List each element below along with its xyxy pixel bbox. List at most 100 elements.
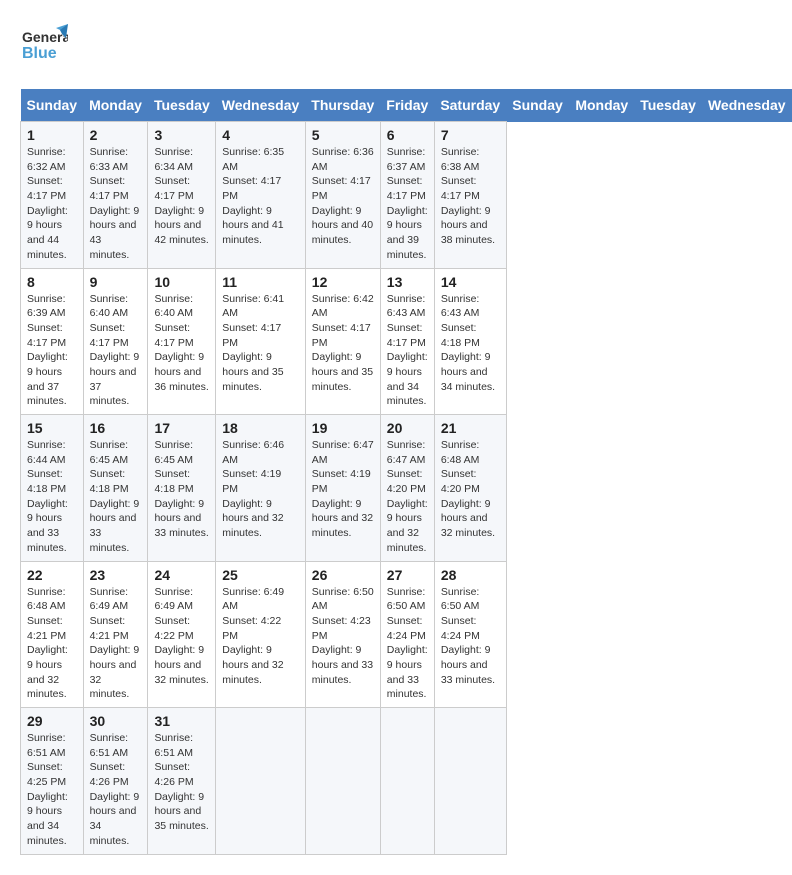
calendar-day-cell <box>434 708 506 855</box>
day-number: 30 <box>90 713 142 729</box>
calendar-day-cell: 12 Sunrise: 6:42 AMSunset: 4:17 PMDaylig… <box>305 268 380 415</box>
day-of-week-header: Wednesday <box>702 89 792 122</box>
calendar-day-cell: 29 Sunrise: 6:51 AMSunset: 4:25 PMDaylig… <box>21 708 84 855</box>
day-info: Sunrise: 6:47 AMSunset: 4:19 PMDaylight:… <box>312 439 374 539</box>
day-number: 12 <box>312 274 374 290</box>
logo: General Blue <box>20 20 68 73</box>
day-number: 19 <box>312 420 374 436</box>
day-info: Sunrise: 6:37 AMSunset: 4:17 PMDaylight:… <box>387 146 428 261</box>
calendar-day-cell <box>380 708 434 855</box>
day-info: Sunrise: 6:42 AMSunset: 4:17 PMDaylight:… <box>312 293 374 393</box>
calendar-week-row: 15 Sunrise: 6:44 AMSunset: 4:18 PMDaylig… <box>21 415 792 562</box>
day-number: 20 <box>387 420 428 436</box>
day-info: Sunrise: 6:40 AMSunset: 4:17 PMDaylight:… <box>154 293 208 393</box>
day-info: Sunrise: 6:49 AMSunset: 4:22 PMDaylight:… <box>222 586 284 686</box>
day-info: Sunrise: 6:47 AMSunset: 4:20 PMDaylight:… <box>387 439 428 554</box>
day-info: Sunrise: 6:46 AMSunset: 4:19 PMDaylight:… <box>222 439 284 539</box>
day-number: 3 <box>154 127 209 143</box>
calendar-day-cell: 6 Sunrise: 6:37 AMSunset: 4:17 PMDayligh… <box>380 122 434 269</box>
calendar-day-cell: 18 Sunrise: 6:46 AMSunset: 4:19 PMDaylig… <box>216 415 306 562</box>
day-number: 10 <box>154 274 209 290</box>
day-info: Sunrise: 6:48 AMSunset: 4:21 PMDaylight:… <box>27 586 68 701</box>
day-info: Sunrise: 6:43 AMSunset: 4:17 PMDaylight:… <box>387 293 428 408</box>
calendar-day-cell: 4 Sunrise: 6:35 AMSunset: 4:17 PMDayligh… <box>216 122 306 269</box>
day-info: Sunrise: 6:49 AMSunset: 4:22 PMDaylight:… <box>154 586 208 686</box>
day-number: 22 <box>27 567 77 583</box>
calendar-table: SundayMondayTuesdayWednesdayThursdayFrid… <box>20 89 792 855</box>
calendar-day-cell: 2 Sunrise: 6:33 AMSunset: 4:17 PMDayligh… <box>83 122 148 269</box>
day-number: 15 <box>27 420 77 436</box>
calendar-day-cell: 26 Sunrise: 6:50 AMSunset: 4:23 PMDaylig… <box>305 561 380 708</box>
day-of-week-header: Thursday <box>305 89 380 122</box>
calendar-day-cell: 28 Sunrise: 6:50 AMSunset: 4:24 PMDaylig… <box>434 561 506 708</box>
day-info: Sunrise: 6:45 AMSunset: 4:18 PMDaylight:… <box>90 439 140 554</box>
day-number: 25 <box>222 567 299 583</box>
calendar-day-cell: 15 Sunrise: 6:44 AMSunset: 4:18 PMDaylig… <box>21 415 84 562</box>
day-info: Sunrise: 6:32 AMSunset: 4:17 PMDaylight:… <box>27 146 68 261</box>
calendar-day-cell: 3 Sunrise: 6:34 AMSunset: 4:17 PMDayligh… <box>148 122 216 269</box>
day-number: 5 <box>312 127 374 143</box>
day-number: 14 <box>441 274 500 290</box>
day-number: 21 <box>441 420 500 436</box>
day-of-week-header: Saturday <box>434 89 506 122</box>
day-info: Sunrise: 6:51 AMSunset: 4:26 PMDaylight:… <box>154 732 208 832</box>
day-info: Sunrise: 6:33 AMSunset: 4:17 PMDaylight:… <box>90 146 140 261</box>
calendar-day-cell: 31 Sunrise: 6:51 AMSunset: 4:26 PMDaylig… <box>148 708 216 855</box>
calendar-week-row: 1 Sunrise: 6:32 AMSunset: 4:17 PMDayligh… <box>21 122 792 269</box>
day-number: 24 <box>154 567 209 583</box>
logo-icon: General Blue <box>20 20 68 73</box>
day-info: Sunrise: 6:51 AMSunset: 4:25 PMDaylight:… <box>27 732 68 847</box>
calendar-day-cell: 30 Sunrise: 6:51 AMSunset: 4:26 PMDaylig… <box>83 708 148 855</box>
calendar-week-row: 29 Sunrise: 6:51 AMSunset: 4:25 PMDaylig… <box>21 708 792 855</box>
calendar-day-cell: 16 Sunrise: 6:45 AMSunset: 4:18 PMDaylig… <box>83 415 148 562</box>
calendar-day-cell: 19 Sunrise: 6:47 AMSunset: 4:19 PMDaylig… <box>305 415 380 562</box>
day-number: 2 <box>90 127 142 143</box>
calendar-header-row: SundayMondayTuesdayWednesdayThursdayFrid… <box>21 89 792 122</box>
day-of-week-header: Sunday <box>506 89 569 122</box>
day-number: 27 <box>387 567 428 583</box>
calendar-day-cell <box>216 708 306 855</box>
day-info: Sunrise: 6:36 AMSunset: 4:17 PMDaylight:… <box>312 146 374 246</box>
calendar-day-cell: 13 Sunrise: 6:43 AMSunset: 4:17 PMDaylig… <box>380 268 434 415</box>
day-number: 1 <box>27 127 77 143</box>
day-number: 29 <box>27 713 77 729</box>
calendar-day-cell: 8 Sunrise: 6:39 AMSunset: 4:17 PMDayligh… <box>21 268 84 415</box>
calendar-day-cell: 1 Sunrise: 6:32 AMSunset: 4:17 PMDayligh… <box>21 122 84 269</box>
calendar-day-cell: 20 Sunrise: 6:47 AMSunset: 4:20 PMDaylig… <box>380 415 434 562</box>
day-info: Sunrise: 6:43 AMSunset: 4:18 PMDaylight:… <box>441 293 495 393</box>
day-number: 16 <box>90 420 142 436</box>
calendar-day-cell: 24 Sunrise: 6:49 AMSunset: 4:22 PMDaylig… <box>148 561 216 708</box>
calendar-day-cell: 27 Sunrise: 6:50 AMSunset: 4:24 PMDaylig… <box>380 561 434 708</box>
day-number: 6 <box>387 127 428 143</box>
day-info: Sunrise: 6:39 AMSunset: 4:17 PMDaylight:… <box>27 293 68 408</box>
calendar-day-cell <box>305 708 380 855</box>
calendar-day-cell: 9 Sunrise: 6:40 AMSunset: 4:17 PMDayligh… <box>83 268 148 415</box>
day-info: Sunrise: 6:38 AMSunset: 4:17 PMDaylight:… <box>441 146 495 246</box>
day-info: Sunrise: 6:41 AMSunset: 4:17 PMDaylight:… <box>222 293 284 393</box>
day-info: Sunrise: 6:50 AMSunset: 4:23 PMDaylight:… <box>312 586 374 686</box>
day-of-week-header: Wednesday <box>216 89 306 122</box>
day-info: Sunrise: 6:35 AMSunset: 4:17 PMDaylight:… <box>222 146 284 246</box>
day-info: Sunrise: 6:34 AMSunset: 4:17 PMDaylight:… <box>154 146 208 246</box>
day-info: Sunrise: 6:40 AMSunset: 4:17 PMDaylight:… <box>90 293 140 408</box>
day-info: Sunrise: 6:50 AMSunset: 4:24 PMDaylight:… <box>387 586 428 701</box>
calendar-day-cell: 5 Sunrise: 6:36 AMSunset: 4:17 PMDayligh… <box>305 122 380 269</box>
calendar-day-cell: 22 Sunrise: 6:48 AMSunset: 4:21 PMDaylig… <box>21 561 84 708</box>
day-number: 4 <box>222 127 299 143</box>
calendar-week-row: 8 Sunrise: 6:39 AMSunset: 4:17 PMDayligh… <box>21 268 792 415</box>
day-number: 9 <box>90 274 142 290</box>
day-of-week-header: Tuesday <box>148 89 216 122</box>
day-number: 11 <box>222 274 299 290</box>
calendar-day-cell: 17 Sunrise: 6:45 AMSunset: 4:18 PMDaylig… <box>148 415 216 562</box>
calendar-day-cell: 10 Sunrise: 6:40 AMSunset: 4:17 PMDaylig… <box>148 268 216 415</box>
day-number: 13 <box>387 274 428 290</box>
page-header: General Blue <box>20 20 772 73</box>
calendar-day-cell: 23 Sunrise: 6:49 AMSunset: 4:21 PMDaylig… <box>83 561 148 708</box>
day-of-week-header: Friday <box>380 89 434 122</box>
calendar-day-cell: 21 Sunrise: 6:48 AMSunset: 4:20 PMDaylig… <box>434 415 506 562</box>
day-number: 18 <box>222 420 299 436</box>
day-info: Sunrise: 6:48 AMSunset: 4:20 PMDaylight:… <box>441 439 495 539</box>
calendar-week-row: 22 Sunrise: 6:48 AMSunset: 4:21 PMDaylig… <box>21 561 792 708</box>
day-info: Sunrise: 6:45 AMSunset: 4:18 PMDaylight:… <box>154 439 208 539</box>
day-of-week-header: Monday <box>83 89 148 122</box>
